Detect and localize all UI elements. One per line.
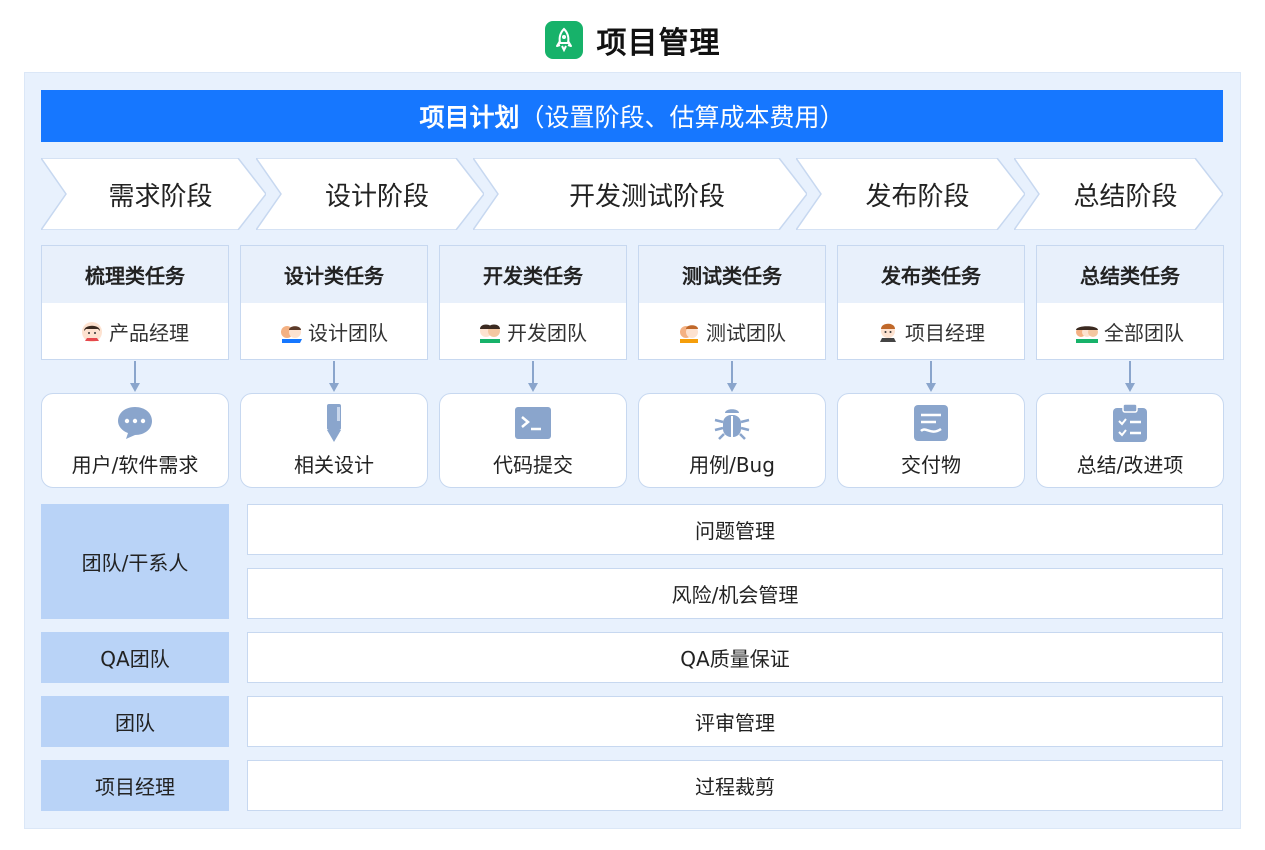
task-title: 梳理类任务 bbox=[42, 246, 228, 303]
task-title: 设计类任务 bbox=[241, 246, 427, 303]
task-role-label: 设计团队 bbox=[308, 321, 388, 345]
arrow-down-icon bbox=[329, 361, 339, 392]
output-label: 交付物 bbox=[901, 453, 961, 477]
avatar-icon bbox=[880, 323, 896, 342]
task-role-label: 测试团队 bbox=[706, 321, 786, 345]
avatar-icon bbox=[82, 321, 102, 342]
task-role-label: 项目经理 bbox=[905, 321, 985, 345]
team-avatar-icon bbox=[281, 325, 302, 343]
output-label: 用例/Bug bbox=[689, 453, 775, 477]
task-card-4: 测试类任务 测试团队 bbox=[638, 245, 826, 360]
task-title: 测试类任务 bbox=[639, 246, 825, 303]
phase-5: 总结阶段 bbox=[1014, 158, 1223, 230]
output-card-6: 总结/改进项 bbox=[1036, 393, 1224, 488]
task-title: 总结类任务 bbox=[1037, 246, 1223, 303]
plan-subtitle: （设置阶段、估算成本费用） bbox=[519, 103, 845, 132]
arrow-down-icon bbox=[1125, 361, 1135, 392]
output-card-1: 用户/软件需求 bbox=[41, 393, 229, 488]
side-qa-team: QA团队 bbox=[41, 632, 229, 683]
task-title: 发布类任务 bbox=[838, 246, 1024, 303]
phase-label: 总结阶段 bbox=[1073, 181, 1178, 212]
task-card-6: 总结类任务 全部团队 bbox=[1036, 245, 1224, 360]
row-qa-assurance: QA质量保证 bbox=[247, 632, 1223, 683]
output-label: 相关设计 bbox=[294, 453, 374, 477]
phase-strip: 需求阶段 设计阶段 开发测试阶段 发布阶段 总结阶段 bbox=[41, 158, 1225, 230]
task-role: 产品经理 bbox=[42, 303, 228, 360]
team-avatar-icon bbox=[1076, 325, 1098, 343]
phase-label: 发布阶段 bbox=[865, 181, 970, 212]
arrow-down-icon bbox=[727, 361, 737, 392]
output-label: 总结/改进项 bbox=[1076, 453, 1184, 477]
phase-3: 开发测试阶段 bbox=[473, 158, 807, 230]
page-title: 项目管理 bbox=[596, 26, 721, 61]
task-role: 开发团队 bbox=[440, 303, 626, 360]
phase-2: 设计阶段 bbox=[256, 158, 484, 230]
row-issue-management: 问题管理 bbox=[247, 504, 1223, 555]
task-role: 全部团队 bbox=[1037, 303, 1223, 360]
task-role: 设计团队 bbox=[241, 303, 427, 360]
phase-4: 发布阶段 bbox=[796, 158, 1025, 230]
plan-title: 项目计划 bbox=[419, 103, 520, 132]
output-card-5: 交付物 bbox=[837, 393, 1025, 488]
row-process-tailoring: 过程裁剪 bbox=[247, 760, 1223, 811]
title-row: 项目管理 bbox=[0, 18, 1265, 62]
task-card-2: 设计类任务 设计团队 bbox=[240, 245, 428, 360]
pen-icon bbox=[314, 403, 354, 443]
output-card-4: 用例/Bug bbox=[638, 393, 826, 488]
team-avatar-icon bbox=[680, 324, 698, 343]
side-project-manager: 项目经理 bbox=[41, 760, 229, 811]
arrow-down-icon bbox=[926, 361, 936, 392]
plan-bar: 项目计划 （设置阶段、估算成本费用） bbox=[41, 90, 1223, 142]
task-role-label: 全部团队 bbox=[1104, 321, 1184, 345]
arrow-down-icon bbox=[528, 361, 538, 392]
output-label: 代码提交 bbox=[493, 453, 573, 477]
document-icon bbox=[911, 403, 951, 443]
phase-label: 设计阶段 bbox=[324, 181, 429, 212]
task-title: 开发类任务 bbox=[440, 246, 626, 303]
phase-label: 需求阶段 bbox=[108, 181, 213, 212]
terminal-icon bbox=[513, 403, 553, 443]
team-avatar-icon bbox=[480, 324, 500, 343]
output-card-3: 代码提交 bbox=[439, 393, 627, 488]
task-card-3: 开发类任务 开发团队 bbox=[439, 245, 627, 360]
task-role: 测试团队 bbox=[639, 303, 825, 360]
task-role: 项目经理 bbox=[838, 303, 1024, 360]
task-card-5: 发布类任务 项目经理 bbox=[837, 245, 1025, 360]
phase-1: 需求阶段 bbox=[41, 158, 266, 230]
task-role-label: 开发团队 bbox=[507, 321, 587, 345]
checklist-icon bbox=[1110, 403, 1150, 443]
chat-bubble-icon bbox=[115, 403, 155, 443]
side-stakeholders: 团队/干系人 bbox=[41, 504, 229, 619]
output-card-2: 相关设计 bbox=[240, 393, 428, 488]
output-label: 用户/软件需求 bbox=[71, 453, 199, 477]
phase-label: 开发测试阶段 bbox=[568, 181, 725, 212]
task-role-label: 产品经理 bbox=[109, 321, 189, 345]
side-team: 团队 bbox=[41, 696, 229, 747]
rocket-icon bbox=[544, 21, 583, 59]
row-review-management: 评审管理 bbox=[247, 696, 1223, 747]
bug-icon bbox=[712, 403, 752, 443]
task-card-1: 梳理类任务 产品经理 bbox=[41, 245, 229, 360]
row-risk-management: 风险/机会管理 bbox=[247, 568, 1223, 619]
arrow-down-icon bbox=[130, 361, 140, 392]
